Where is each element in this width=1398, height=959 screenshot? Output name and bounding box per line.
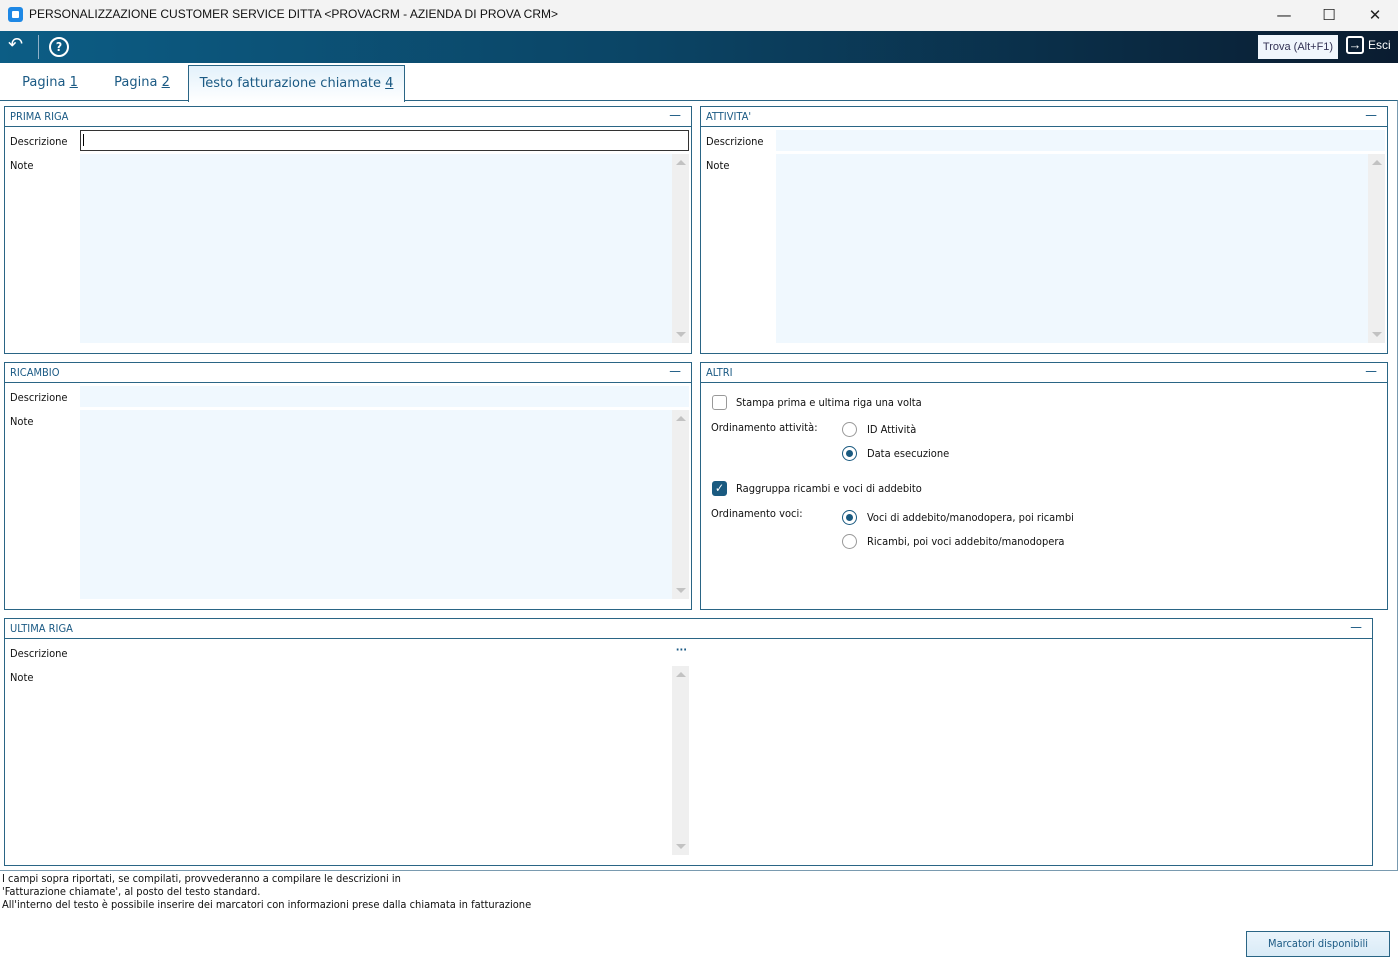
descrizione-label: Descrizione	[10, 647, 68, 660]
scrollbar[interactable]	[672, 666, 689, 855]
panel-title: ALTRI	[706, 366, 733, 379]
note-label: Note	[10, 415, 34, 428]
scrollbar[interactable]	[672, 154, 689, 343]
radio-id-attivita-label: ID Attività	[867, 423, 917, 436]
toolbar	[0, 31, 1398, 63]
raggruppa-label: Raggruppa ricambi e voci di addebito	[736, 482, 922, 495]
ricambio-descrizione-input[interactable]	[80, 386, 689, 407]
note-label: Note	[706, 159, 730, 172]
panel-ultima-riga: ULTIMA RIGA — Descrizione ··· Note	[4, 618, 1373, 866]
ultima-riga-note-textarea[interactable]	[80, 666, 689, 855]
radio-ricambi-first-label: Ricambi, poi voci addebito/manodopera	[867, 535, 1065, 548]
tab-pagina-2[interactable]: Pagina 2	[102, 63, 182, 101]
panel-title: ULTIMA RIGA	[10, 622, 73, 635]
panel-prima-riga: PRIMA RIGA — Descrizione Note	[4, 106, 692, 354]
find-button[interactable]: Trova (Alt+F1)	[1258, 35, 1338, 59]
prima-riga-note-textarea[interactable]	[80, 154, 689, 343]
maximize-button[interactable]: ☐	[1306, 4, 1352, 26]
radio-voci-addebito-first[interactable]	[842, 510, 857, 525]
panel-title: RICAMBIO	[10, 366, 60, 379]
tab-pagina-1[interactable]: Pagina 1	[10, 63, 90, 101]
descrizione-label: Descrizione	[706, 135, 764, 148]
attivita-note-textarea[interactable]	[776, 154, 1385, 343]
collapse-button[interactable]: —	[1365, 363, 1377, 380]
radio-ricambi-first[interactable]	[842, 534, 857, 549]
radio-id-attivita[interactable]	[842, 422, 857, 437]
note-label: Note	[10, 159, 34, 172]
exit-button[interactable]: → Esci	[1346, 36, 1391, 54]
close-button[interactable]: ✕	[1352, 4, 1398, 26]
exit-label: Esci	[1368, 38, 1391, 52]
radio-data-esecuzione-label: Data esecuzione	[867, 447, 950, 460]
app-icon	[8, 7, 23, 22]
toolbar-divider	[38, 35, 39, 59]
help-icon[interactable]: ?	[49, 37, 69, 57]
panel-attivita: ATTIVITA' — Descrizione Note	[700, 106, 1388, 354]
collapse-button[interactable]: —	[669, 107, 681, 124]
ricambio-note-textarea[interactable]	[80, 410, 689, 599]
collapse-button[interactable]: —	[1365, 107, 1377, 124]
undo-icon[interactable]: ↶	[8, 34, 23, 55]
note-label: Note	[10, 671, 34, 684]
radio-voci-addebito-first-label: Voci di addebito/manodopera, poi ricambi	[867, 511, 1074, 524]
collapse-button[interactable]: —	[669, 363, 681, 380]
ordinamento-voci-label: Ordinamento voci:	[711, 507, 803, 520]
window-title: PERSONALIZZAZIONE CUSTOMER SERVICE DITTA…	[29, 7, 558, 21]
stampa-label: Stampa prima e ultima riga una volta	[736, 396, 922, 409]
footer-line: All'interno del testo è possibile inseri…	[2, 898, 532, 911]
scrollbar[interactable]	[1368, 154, 1385, 343]
marcatori-disponibili-button[interactable]: Marcatori disponibili	[1246, 931, 1390, 957]
attivita-descrizione-input[interactable]	[776, 130, 1385, 151]
panel-title: PRIMA RIGA	[10, 110, 69, 123]
collapse-button[interactable]: —	[1350, 619, 1362, 636]
scrollbar[interactable]	[672, 410, 689, 599]
panel-title: ATTIVITA'	[706, 110, 752, 123]
stampa-checkbox[interactable]	[712, 395, 727, 410]
ordinamento-attivita-label: Ordinamento attività:	[711, 421, 818, 434]
footer-line: I campi sopra riportati, se compilati, p…	[2, 872, 401, 885]
footer-line: 'Fatturazione chiamate', al posto del te…	[2, 885, 261, 898]
exit-icon: →	[1346, 36, 1364, 54]
descrizione-label: Descrizione	[10, 391, 68, 404]
tab-testo-fatturazione[interactable]: Testo fatturazione chiamate 4	[188, 65, 405, 102]
panel-ricambio: RICAMBIO — Descrizione Note	[4, 362, 692, 610]
prima-riga-descrizione-input[interactable]	[80, 130, 689, 151]
descrizione-label: Descrizione	[10, 135, 68, 148]
panel-altri: ALTRI — Stampa prima e ultima riga una vo…	[700, 362, 1388, 610]
footer-info: I campi sopra riportati, se compilati, p…	[2, 872, 531, 911]
radio-data-esecuzione[interactable]	[842, 446, 857, 461]
minimize-button[interactable]: —	[1261, 4, 1307, 26]
raggruppa-checkbox[interactable]: ✓	[712, 481, 727, 496]
ellipsis-button[interactable]: ···	[676, 643, 687, 656]
ultima-riga-descrizione-input[interactable]: ···	[80, 642, 689, 663]
